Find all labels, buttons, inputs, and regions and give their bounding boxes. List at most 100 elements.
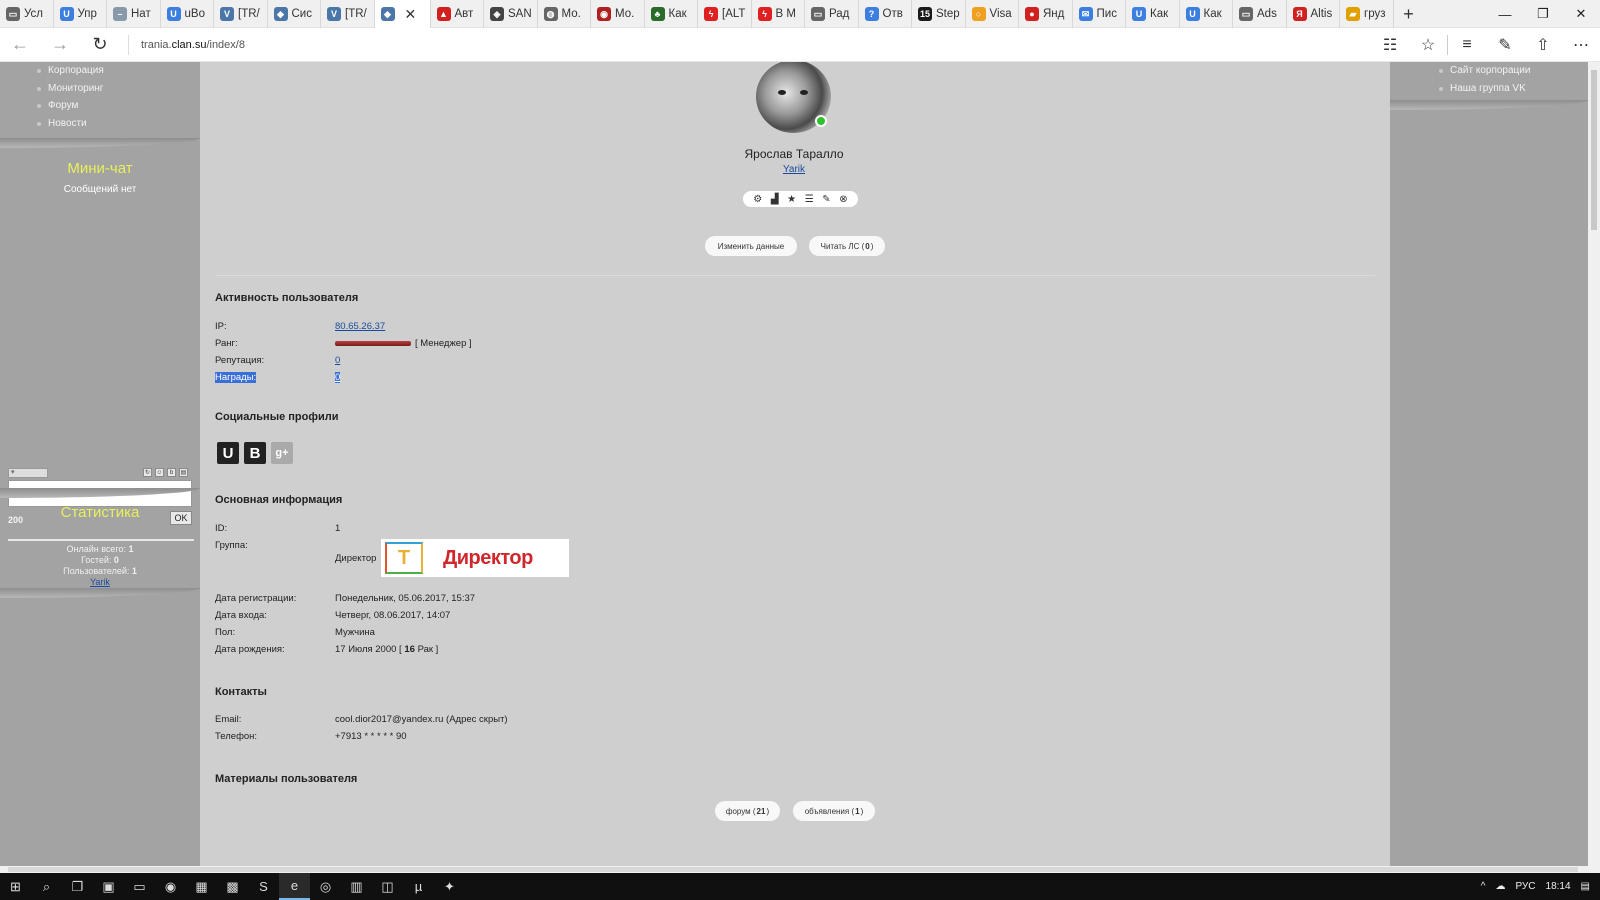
back-icon[interactable]: ← (0, 28, 40, 62)
ucoz-icon[interactable]: U (217, 442, 239, 464)
menu-item-corporation[interactable]: Корпорация (37, 62, 200, 80)
new-tab-button[interactable]: + (1394, 0, 1424, 28)
menu-item-news[interactable]: Новости (37, 115, 200, 133)
forum-materials-button[interactable]: форум (21) (715, 801, 780, 821)
browser-tab[interactable]: U Упр (54, 0, 107, 28)
browser-tab[interactable]: ϟ [ALT (698, 0, 752, 28)
browser-tab[interactable]: ○ Visa (966, 0, 1019, 28)
clock[interactable]: 18:14 (1546, 881, 1571, 892)
edge-icon[interactable]: e (279, 873, 310, 900)
vk-icon[interactable]: B (244, 442, 266, 464)
menu-item-forum[interactable]: Форум (37, 97, 200, 115)
u-icon: U (1185, 7, 1200, 21)
browser-tab[interactable]: ● Янд (1019, 0, 1073, 28)
forward-icon[interactable]: → (40, 28, 80, 62)
share-icon[interactable]: ⇧ (1524, 28, 1562, 62)
menu-item-monitoring[interactable]: Мониторинг (37, 80, 200, 98)
ads-materials-button[interactable]: объявления (1) (793, 801, 875, 821)
browser-tab[interactable]: U Как (1180, 0, 1233, 28)
menu-item-vk-group[interactable]: Наша группа VK (1439, 80, 1588, 98)
close-tab-icon[interactable]: ✕ (405, 6, 417, 23)
browser-tab[interactable]: ▭ Усл (0, 0, 54, 28)
browser-tab[interactable]: ▭ Рад (805, 0, 859, 28)
pencil-icon[interactable]: ✎ (822, 194, 830, 205)
menu-item-corp-site[interactable]: Сайт корпорации (1439, 62, 1588, 80)
reputation-link[interactable]: 0 (335, 355, 340, 366)
chrome-icon[interactable]: ◎ (310, 873, 341, 900)
store-icon[interactable]: ▦ (186, 873, 217, 900)
chart-icon[interactable]: ▟ (771, 194, 779, 205)
browser-tab[interactable]: UuBo (161, 0, 214, 28)
refresh-icon[interactable]: ↻ (80, 28, 120, 62)
browser-tab[interactable]: V [TR/ (214, 0, 268, 28)
hub-icon[interactable]: ≡ (1448, 28, 1486, 62)
list-icon[interactable]: ☰ (805, 194, 814, 205)
close-circle-icon[interactable]: ⊗ (839, 194, 847, 205)
save-app-icon[interactable]: ▣ (93, 873, 124, 900)
gear-icon[interactable]: ⚙ (753, 194, 762, 205)
favorite-star-icon[interactable]: ☆ (1409, 28, 1447, 62)
stats-user-link[interactable]: Yarik (90, 577, 110, 587)
profile-name: Ярослав Таралло (744, 147, 844, 161)
steam-icon[interactable]: ◉ (155, 873, 186, 900)
browser-tab[interactable]: ◆ Сис (268, 0, 321, 28)
browser-tab[interactable]: ◉ Мо. (591, 0, 645, 28)
language-indicator[interactable]: РУС (1515, 881, 1535, 892)
ip-link[interactable]: 80.65.26.37 (335, 321, 385, 332)
browser-tab[interactable]: ◆ ✕ (374, 0, 431, 28)
close-window-icon[interactable]: ✕ (1562, 0, 1600, 28)
browser-tab[interactable]: ◈ SAN (484, 0, 538, 28)
browser-tab[interactable]: U Как (1126, 0, 1180, 28)
read-messages-button[interactable]: Читать ЛС (0) (809, 236, 885, 256)
tool-icon[interactable]: ✦ (434, 873, 465, 900)
scrollbar-thumb[interactable] (1591, 70, 1597, 230)
read-messages-label: Читать ЛС ( (820, 241, 865, 251)
browser-tab[interactable]: 15 Step (912, 0, 966, 28)
utorrent-icon[interactable]: µ (403, 873, 434, 900)
circle-icon: ○ (971, 7, 986, 21)
browser-tab[interactable]: ▭ Ads (1233, 0, 1287, 28)
twitch-icon[interactable]: ◫ (372, 873, 403, 900)
more-icon[interactable]: ⋯ (1562, 28, 1600, 62)
15-icon: 15 (918, 7, 932, 21)
search-icon[interactable]: ⌕ (31, 873, 62, 900)
onedrive-icon[interactable]: ☁ (1495, 881, 1505, 892)
yandex-icon: Я (1292, 7, 1307, 21)
address-bar[interactable]: trania.clan.su/index/8 (128, 34, 245, 55)
browser-tab[interactable]: ▲ Авт (431, 0, 484, 28)
login-icon[interactable]: ▤ (179, 468, 188, 477)
bbcode-icon[interactable]: b (167, 468, 176, 477)
app-icon[interactable]: ▩ (217, 873, 248, 900)
smiley-icon[interactable]: ☺ (155, 468, 164, 477)
task-view-icon[interactable]: ❐ (62, 873, 93, 900)
awards-link[interactable]: 0 (335, 372, 341, 383)
google-plus-icon[interactable]: g+ (271, 442, 293, 464)
browser-tab[interactable]: ▰ груз (1340, 0, 1394, 28)
horizontal-scrollbar-thumb[interactable] (8, 867, 1578, 872)
browser-tab[interactable]: ✉ Пис (1073, 0, 1126, 28)
browser-tab[interactable]: – Нат (107, 0, 161, 28)
app-icon[interactable]: ▥ (341, 873, 372, 900)
skype-icon[interactable]: S (248, 873, 279, 900)
windows-start-icon[interactable]: ⊞ (0, 873, 31, 900)
web-note-icon[interactable]: ✎ (1486, 28, 1524, 62)
browser-tab[interactable]: ? Отв (859, 0, 912, 28)
restore-icon[interactable]: ❐ (1524, 0, 1562, 28)
file-explorer-icon[interactable]: ▭ (124, 873, 155, 900)
vertical-scrollbar[interactable] (1588, 62, 1600, 866)
horizontal-scrollbar[interactable] (0, 866, 1600, 873)
tray-chevron-icon[interactable]: ^ (1481, 881, 1486, 892)
browser-tab[interactable]: Я Altis (1287, 0, 1340, 28)
minimize-icon[interactable]: — (1486, 0, 1524, 28)
browser-tab[interactable]: ◍ Мо. (538, 0, 591, 28)
browser-tab[interactable]: ♣ Как (645, 0, 698, 28)
reading-view-icon[interactable]: ☷ (1371, 28, 1409, 62)
star-icon[interactable]: ★ (787, 194, 796, 205)
browser-tab[interactable]: V [TR/ (321, 0, 375, 28)
refresh-icon[interactable]: ↻ (143, 468, 152, 477)
notifications-icon[interactable]: ▤ (1581, 881, 1590, 892)
chat-smiley-select[interactable]: ▾ (8, 468, 48, 478)
profile-login-link[interactable]: Yarik (694, 164, 894, 175)
browser-tab[interactable]: ϟВ М (752, 0, 805, 28)
edit-profile-button[interactable]: Изменить данные (705, 236, 797, 256)
